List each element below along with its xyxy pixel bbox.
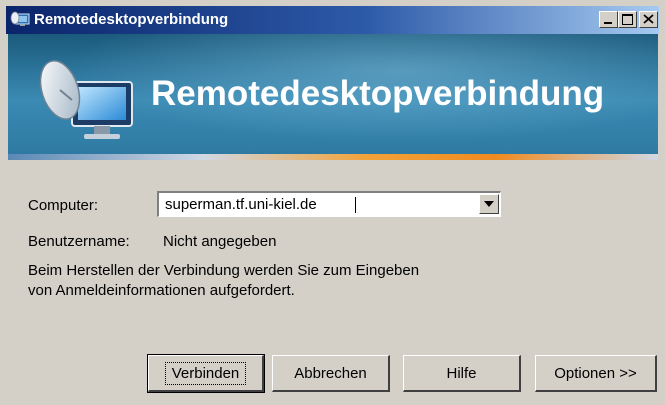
banner-title: Remotedesktopverbindung — [151, 74, 605, 113]
header-banner: Remotedesktopverbindung — [8, 34, 658, 154]
username-value: Nicht angegeben — [163, 233, 277, 250]
info-text-line1: Beim Herstellen der Verbindung werden Si… — [28, 262, 420, 279]
maximize-button[interactable] — [618, 11, 637, 28]
username-label: Benutzername: — [28, 233, 130, 250]
minimize-button[interactable] — [599, 11, 618, 28]
remote-desktop-logo-icon — [36, 52, 136, 148]
remote-desktop-icon — [10, 11, 30, 29]
close-button[interactable] — [639, 11, 658, 28]
remote-desktop-dialog: Remotedesktopverbindung Remotedesktopver… — [0, 0, 665, 405]
computer-dropdown-button[interactable] — [479, 194, 499, 214]
window-title: Remotedesktopverbindung — [34, 11, 229, 28]
computer-label: Computer: — [28, 197, 99, 214]
accent-stripe — [8, 154, 658, 160]
cancel-button[interactable]: Abbrechen — [272, 355, 390, 392]
connect-button[interactable]: Verbinden — [147, 354, 265, 393]
text-caret — [355, 197, 356, 213]
options-button[interactable]: Optionen >> — [535, 355, 657, 392]
computer-input[interactable]: superman.tf.uni-kiel.de — [165, 196, 317, 213]
help-button[interactable]: Hilfe — [403, 355, 521, 392]
info-text-line2: von Anmeldeinformationen aufgefordert. — [28, 282, 295, 299]
computer-combobox[interactable]: superman.tf.uni-kiel.de — [157, 191, 501, 217]
chevron-down-icon — [484, 201, 494, 207]
title-bar[interactable]: Remotedesktopverbindung — [6, 6, 659, 34]
close-icon — [643, 14, 654, 24]
